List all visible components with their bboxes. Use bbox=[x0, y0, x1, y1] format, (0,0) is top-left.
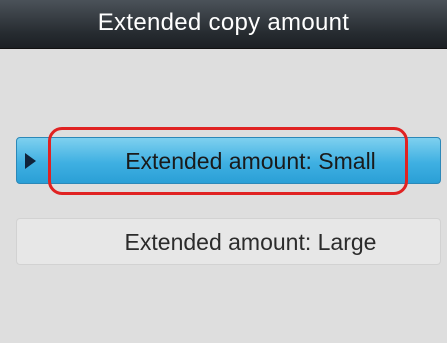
menu-item-extended-amount-large[interactable]: Extended amount: Large bbox=[16, 218, 441, 265]
menu-item-label: Extended amount: Large bbox=[124, 229, 377, 255]
menu-item-extended-amount-small[interactable]: Extended amount: Small bbox=[16, 137, 441, 184]
title-bar: Extended copy amount bbox=[0, 0, 447, 49]
printer-lcd-screen: Extended copy amount Extended amount: Sm… bbox=[0, 0, 447, 343]
selector-arrow-icon bbox=[25, 153, 36, 169]
screen-title: Extended copy amount bbox=[97, 9, 350, 36]
menu-item-label: Extended amount: Small bbox=[125, 148, 376, 174]
